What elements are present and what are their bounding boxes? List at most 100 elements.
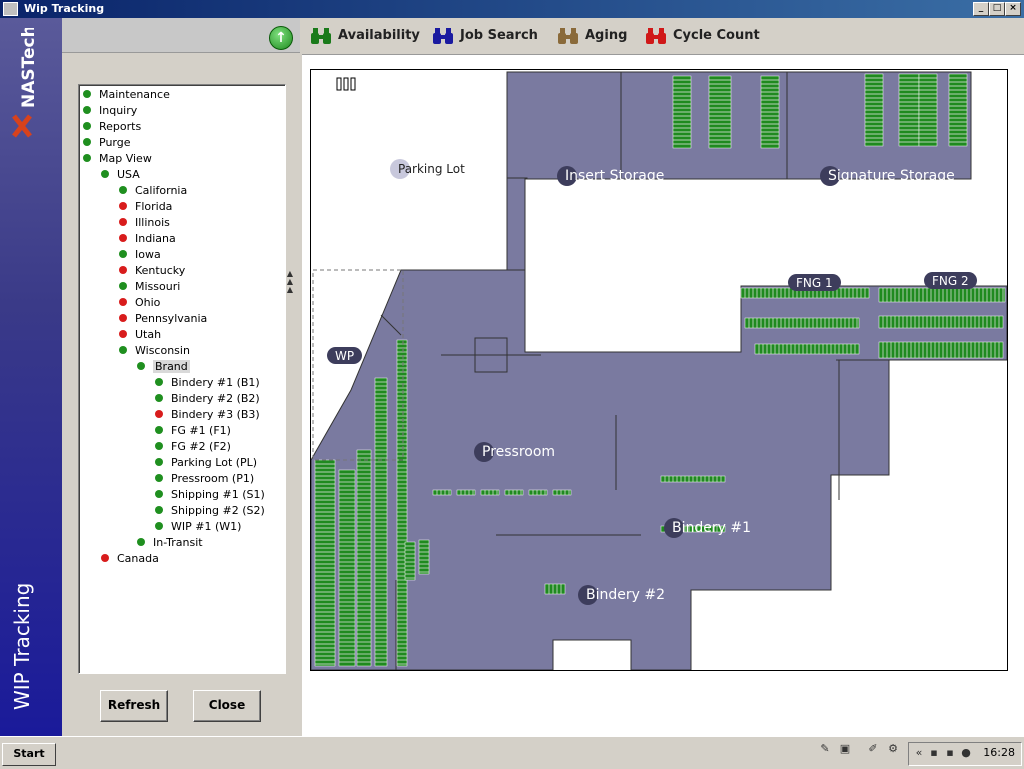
maximize-button[interactable]: □ (989, 2, 1005, 16)
tray-network-icon[interactable]: ▪ (927, 746, 941, 759)
brand-label: WIP Tracking (10, 582, 34, 710)
status-dot-icon (119, 266, 127, 274)
map-label-wp[interactable]: WP (327, 347, 363, 364)
binoculars-icon (433, 27, 453, 44)
start-button[interactable]: Start (2, 743, 56, 766)
tree-node[interactable]: Parking Lot (PL) (155, 455, 257, 471)
tree-node[interactable]: Pressroom (P1) (155, 471, 254, 487)
map-label-pressroom[interactable]: Pressroom (474, 442, 555, 462)
system-tray: « ▪ ▪ ● 16:28 (908, 742, 1022, 766)
map-label-fng1[interactable]: FNG 1 (788, 274, 841, 291)
tree-node[interactable]: Bindery #3 (B3) (155, 407, 260, 423)
tree-node-label: Iowa (135, 248, 161, 261)
tree-node[interactable]: Inquiry (83, 103, 137, 119)
location-tree[interactable]: Maintenance Inquiry Reports Purge Map View US… (78, 84, 286, 674)
map-legend-icon (336, 77, 356, 91)
tree-node[interactable]: Florida (119, 199, 172, 215)
tree-node[interactable]: Utah (119, 327, 161, 343)
tree-node-label: Purge (99, 136, 131, 149)
tree-node[interactable]: Indiana (119, 231, 176, 247)
corridor-left (524, 177, 528, 180)
binoculars-icon (311, 27, 331, 44)
tray-expand-icon[interactable]: « (912, 746, 926, 759)
map-label-text: Signature Storage (828, 168, 955, 184)
tree-node[interactable]: Illinois (119, 215, 170, 231)
map-label-fng2[interactable]: FNG 2 (924, 272, 977, 289)
tray-edit-icon[interactable]: ✐ (866, 742, 880, 755)
map-label-bindery2[interactable]: Bindery #2 (578, 585, 665, 605)
status-dot-icon (101, 170, 109, 178)
status-dot-icon (119, 186, 127, 194)
rack-cell (456, 489, 476, 496)
tree-node[interactable]: Kentucky (119, 263, 185, 279)
tree-node[interactable]: Wisconsin (119, 343, 190, 359)
status-dot-icon (155, 426, 163, 434)
status-dot-icon (155, 474, 163, 482)
tray-app-icon[interactable]: ▣ (838, 742, 852, 755)
tree-node[interactable]: Reports (83, 119, 141, 135)
tree-node[interactable]: FG #2 (F2) (155, 439, 231, 455)
tray-pen-icon[interactable]: ✎ (818, 742, 832, 755)
tree-node[interactable]: Shipping #2 (S2) (155, 503, 265, 519)
tree-node[interactable]: Missouri (119, 279, 180, 295)
tree-node[interactable]: FG #1 (F1) (155, 423, 231, 439)
toolbar-item[interactable]: Aging (557, 26, 627, 46)
tree-node-label: Illinois (135, 216, 170, 229)
tree-node-label: Brand (153, 360, 190, 373)
tree-node-label: Bindery #1 (B1) (171, 376, 260, 389)
tree-node-label: Pennsylvania (135, 312, 208, 325)
close-button[interactable]: Close (193, 690, 261, 722)
map-label-bindery1[interactable]: Bindery #1 (664, 518, 751, 538)
tree-node[interactable]: Purge (83, 135, 131, 151)
tree-node-label: Utah (135, 328, 162, 341)
tree-node[interactable]: Bindery #1 (B1) (155, 375, 260, 391)
tree-node[interactable]: In-Transit (137, 535, 203, 551)
toolbar-item[interactable]: Availability (310, 26, 420, 46)
status-dot-icon (83, 154, 91, 162)
nastech-logo: NASTech (12, 28, 39, 138)
tree-node[interactable]: California (119, 183, 187, 199)
tree-node[interactable]: WIP #1 (W1) (155, 519, 241, 535)
rack-cell (878, 287, 1006, 303)
map-label-text: Bindery #1 (672, 520, 751, 536)
tree-node[interactable]: USA (101, 167, 140, 183)
rack-cell (432, 489, 452, 496)
tree-node[interactable]: Maintenance (83, 87, 170, 103)
tray-signal-icon[interactable]: ⚙ (886, 742, 900, 755)
map-label-signature-storage[interactable]: Signature Storage (820, 166, 955, 186)
tree-node-label: Kentucky (135, 264, 186, 277)
logo-text: NASTech (19, 28, 39, 108)
tree-node[interactable]: Pennsylvania (119, 311, 207, 327)
tree-node-label: Canada (117, 552, 159, 565)
status-dot-icon (155, 394, 163, 402)
map-label-insert-storage[interactable]: Insert Storage (557, 166, 664, 186)
up-arrow-button[interactable]: ↑ (269, 26, 293, 50)
close-window-button[interactable]: × (1005, 2, 1021, 16)
tree-node[interactable]: Bindery #2 (B2) (155, 391, 260, 407)
rack-cell (878, 341, 1004, 359)
status-dot-icon (155, 410, 163, 418)
taskbar: Start ✎ ▣ ✐ ⚙ « ▪ ▪ ● 16:28 (0, 736, 1024, 769)
tree-node[interactable]: Ohio (119, 295, 160, 311)
tree-node[interactable]: Canada (101, 551, 159, 567)
status-dot-icon (119, 218, 127, 226)
tray-security-icon[interactable]: ● (959, 746, 973, 759)
minimize-button[interactable]: _ (973, 2, 989, 16)
refresh-button[interactable]: Refresh (100, 690, 168, 722)
rack-cell (552, 489, 572, 496)
tree-node[interactable]: Map View (83, 151, 152, 167)
status-dot-icon (119, 202, 127, 210)
clock: 16:28 (983, 746, 1015, 759)
tray-monitor-icon[interactable]: ▪ (943, 746, 957, 759)
toolbar-item[interactable]: Cycle Count (645, 26, 760, 46)
tree-node[interactable]: Shipping #1 (S1) (155, 487, 265, 503)
toolbar: Availability Job Search Aging Cycle Count (302, 18, 1024, 55)
rack-cell (544, 583, 566, 595)
rack-cell (480, 489, 500, 496)
panel-splitter[interactable]: ▲ ▲ ▲ (285, 270, 295, 310)
tree-node[interactable]: Brand (137, 359, 190, 375)
tree-node[interactable]: Iowa (119, 247, 161, 263)
toolbar-item[interactable]: Job Search (432, 26, 538, 46)
status-dot-icon (155, 506, 163, 514)
map-label-parking-lot[interactable]: Parking Lot (390, 159, 465, 179)
